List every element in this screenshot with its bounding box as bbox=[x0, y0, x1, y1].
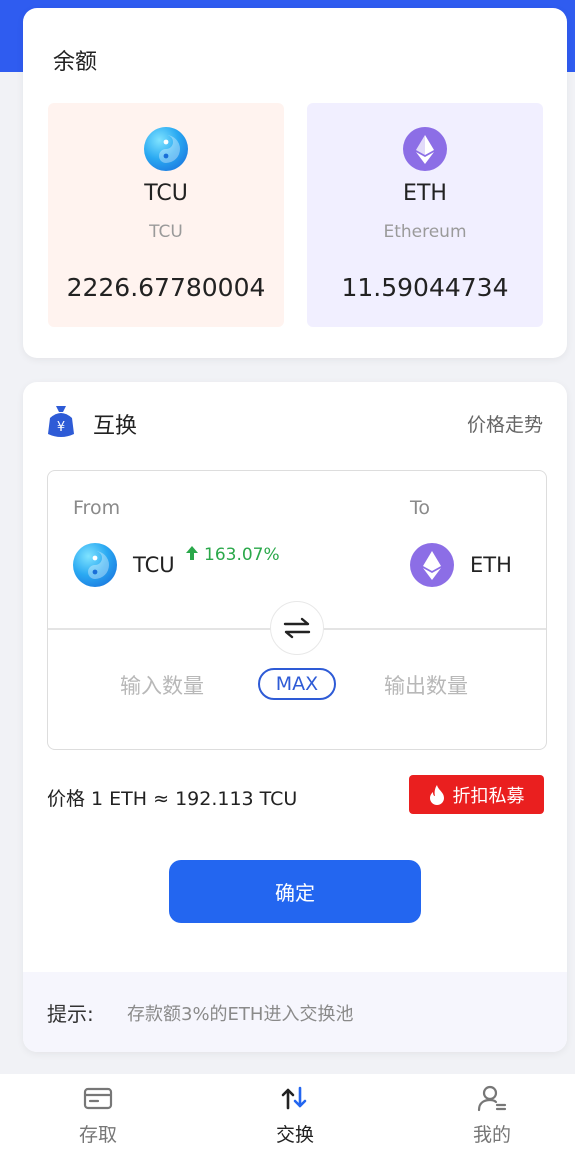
output-amount-field[interactable]: 输出数量 bbox=[384, 670, 468, 700]
to-token-selector[interactable]: ETH bbox=[470, 553, 512, 577]
eth-coin-icon bbox=[410, 543, 454, 587]
price-text: 价格 1 ETH ≈ 192.113 TCU bbox=[47, 788, 298, 810]
tcu-coin-icon bbox=[144, 127, 188, 171]
discount-presale-button[interactable]: 折扣私募 bbox=[409, 775, 544, 814]
nav-item-deposit[interactable]: 存取 bbox=[48, 1082, 148, 1147]
swap-box: From To TCU 163.07% ETH 输入数量 MAX 输出数量 bbox=[47, 470, 547, 750]
swap-card: ¥ 互换 价格走势 From To TCU 163.07% ETH 输入数量 M… bbox=[23, 382, 567, 1052]
price-change-value: 163.07% bbox=[204, 545, 280, 565]
eth-coin-icon bbox=[403, 127, 447, 171]
wallet-icon bbox=[83, 1087, 113, 1110]
confirm-button[interactable]: 确定 bbox=[169, 860, 421, 923]
balance-title: 余额 bbox=[53, 50, 98, 75]
from-label: From bbox=[73, 497, 121, 519]
asset-name: Ethereum bbox=[383, 222, 467, 242]
asset-amount: 11.59044734 bbox=[341, 273, 509, 302]
from-token-selector[interactable]: TCU bbox=[133, 553, 175, 577]
asset-symbol: TCU bbox=[144, 181, 188, 206]
exchange-icon bbox=[281, 1086, 307, 1110]
money-bag-icon: ¥ bbox=[46, 404, 76, 438]
tip-label: 提示: bbox=[47, 1002, 94, 1026]
asset-tile-eth[interactable]: ETH Ethereum 11.59044734 bbox=[307, 103, 543, 327]
tcu-coin-icon bbox=[73, 543, 117, 587]
asset-name: TCU bbox=[149, 222, 183, 242]
arrow-up-icon bbox=[186, 545, 198, 565]
nav-item-mine[interactable]: 我的 bbox=[442, 1082, 542, 1147]
swap-direction-button[interactable] bbox=[270, 601, 324, 655]
user-icon bbox=[477, 1085, 507, 1112]
svg-text:¥: ¥ bbox=[57, 420, 65, 435]
asset-symbol: ETH bbox=[403, 181, 447, 206]
tip-text: 存款额3%的ETH进入交换池 bbox=[127, 1004, 354, 1025]
price-trend-link[interactable]: 价格走势 bbox=[467, 410, 543, 437]
nav-label: 交换 bbox=[275, 1124, 314, 1146]
max-button[interactable]: MAX bbox=[258, 668, 336, 700]
nav-label: 存取 bbox=[78, 1124, 117, 1146]
to-label: To bbox=[410, 497, 431, 519]
asset-amount: 2226.67780004 bbox=[66, 273, 266, 302]
nav-label: 我的 bbox=[472, 1124, 511, 1146]
swap-arrows-icon bbox=[283, 617, 311, 639]
price-change: 163.07% bbox=[186, 545, 280, 565]
input-amount-field[interactable]: 输入数量 bbox=[120, 670, 204, 700]
fire-icon bbox=[429, 784, 444, 805]
tip-bar: 提示: 存款额3%的ETH进入交换池 bbox=[23, 972, 567, 1052]
asset-tile-tcu[interactable]: TCU TCU 2226.67780004 bbox=[48, 103, 284, 327]
discount-label: 折扣私募 bbox=[452, 785, 525, 807]
bottom-nav: 存取 交换 我的 bbox=[0, 1074, 575, 1153]
balance-card: 余额 TCU TCU 2226.67780004 ETH Ethereum 11… bbox=[23, 8, 567, 358]
swap-title: 互换 bbox=[93, 414, 138, 439]
nav-item-swap[interactable]: 交换 bbox=[245, 1082, 345, 1147]
